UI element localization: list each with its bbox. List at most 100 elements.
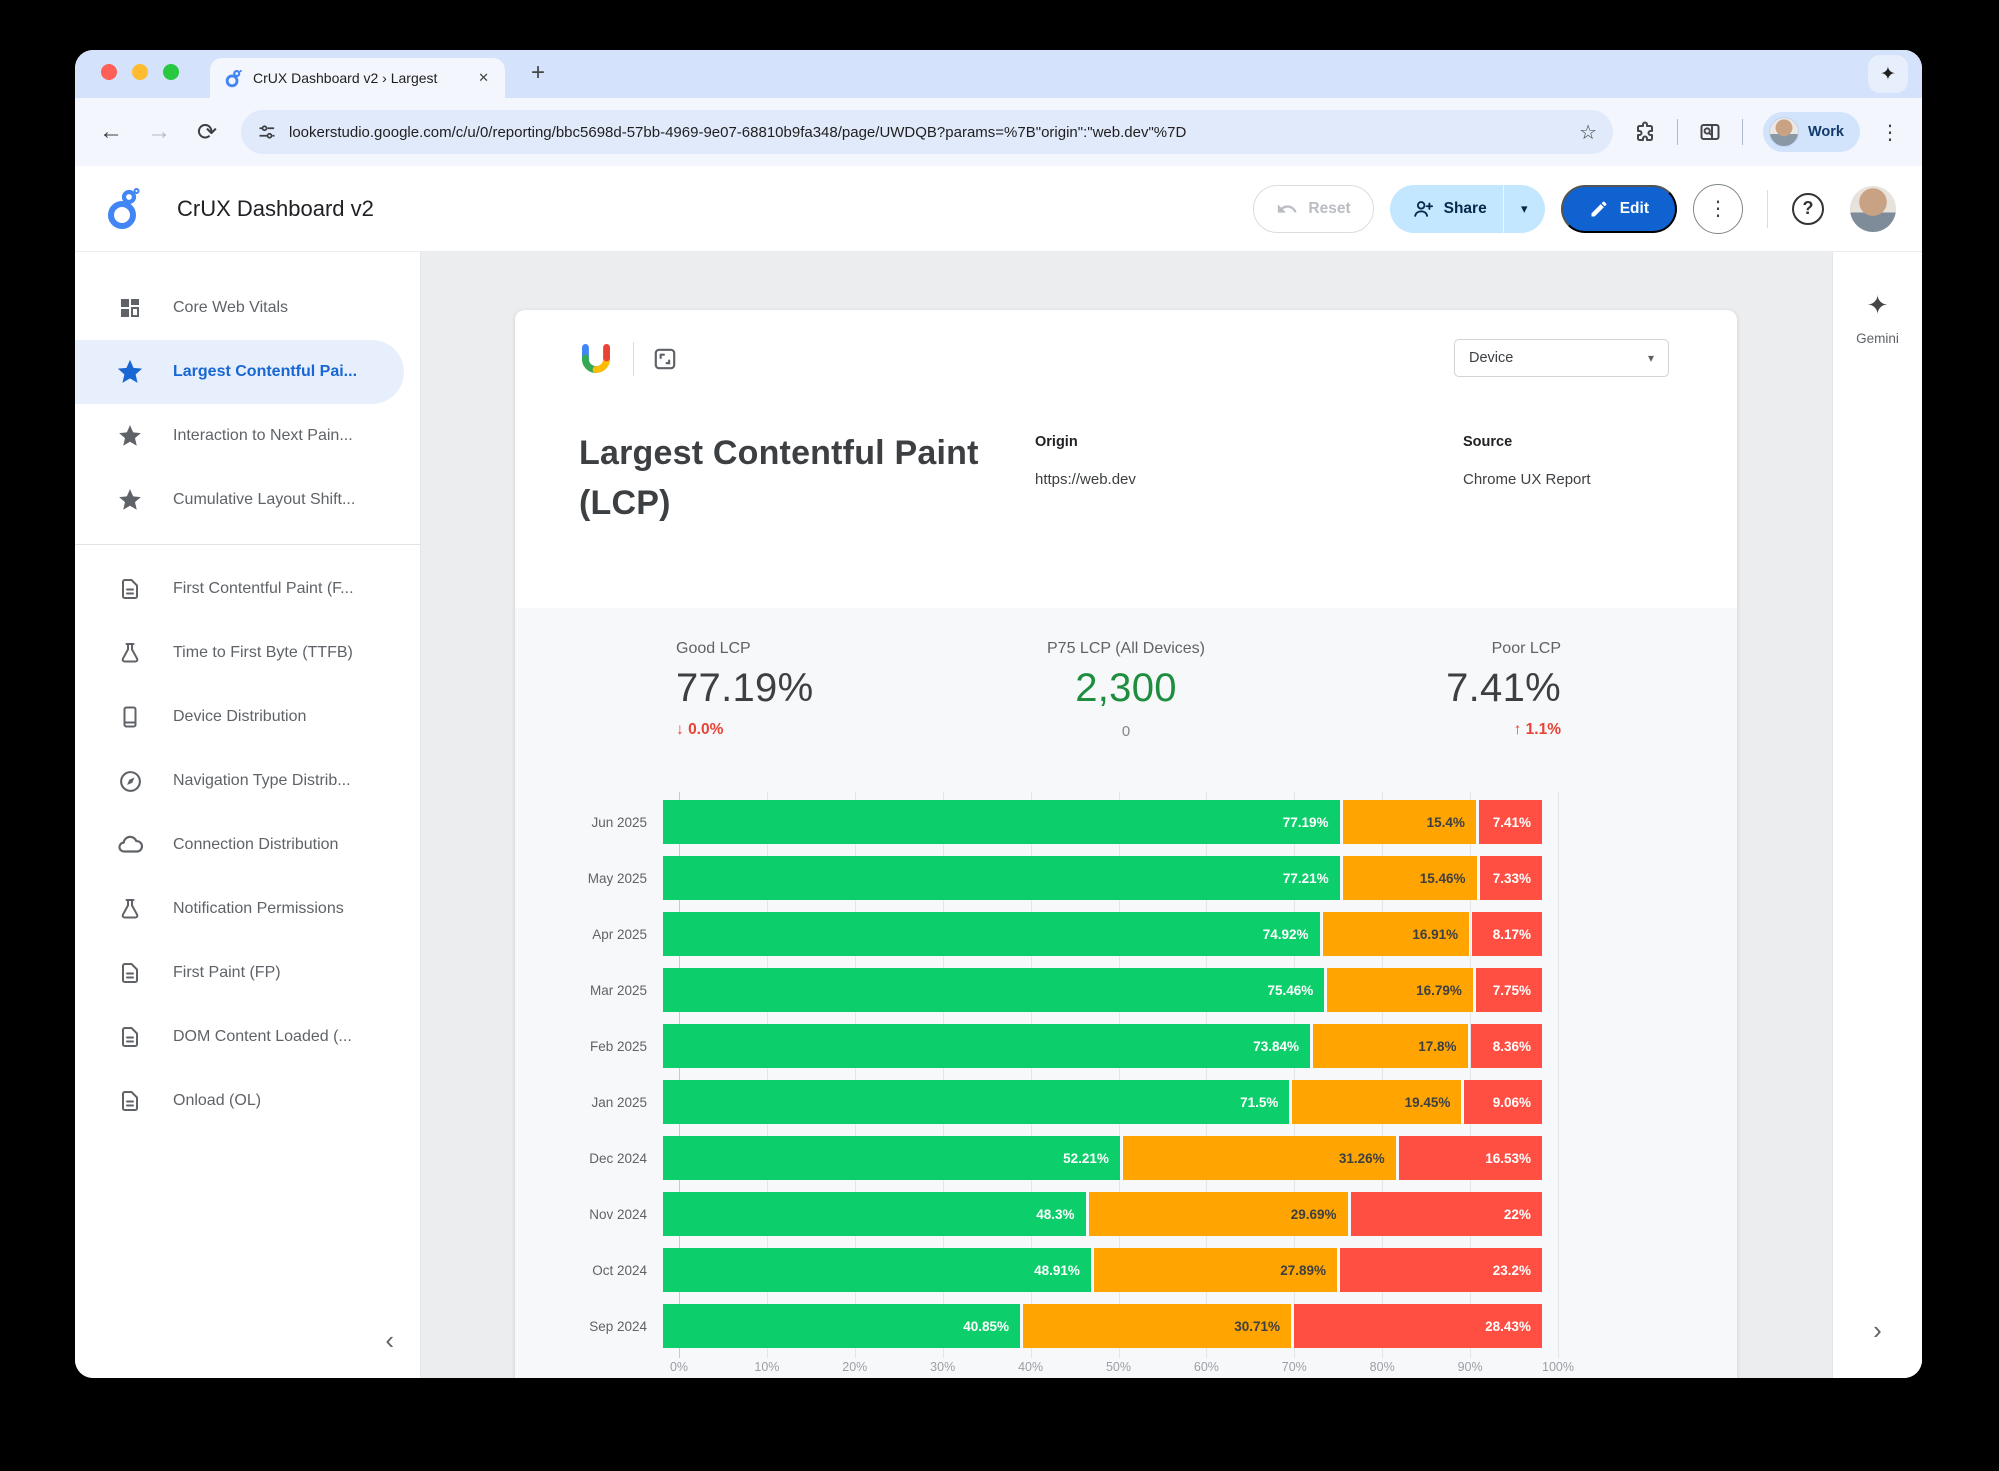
bar-segment-good[interactable]: 75.46%: [663, 968, 1324, 1012]
extensions-icon[interactable]: [1633, 120, 1657, 144]
bar-segment-poor[interactable]: 28.43%: [1294, 1304, 1542, 1348]
pencil-icon: [1589, 199, 1609, 219]
sidebar-item-notification-permissions[interactable]: Notification Permissions: [75, 877, 404, 941]
scorecards: Good LCP 77.19% ↓ 0.0% P75 LCP (All Devi…: [515, 640, 1737, 750]
gemini-button[interactable]: ✦ Gemini: [1833, 290, 1922, 346]
bar-value-label: 8.36%: [1493, 1039, 1531, 1054]
bar-segment-poor[interactable]: 8.36%: [1471, 1024, 1542, 1068]
doc-icon: [117, 576, 143, 602]
bar-value-label: 19.45%: [1405, 1095, 1451, 1110]
panel-expand-icon[interactable]: ›: [1833, 1315, 1922, 1346]
bar-segment-needs-improvement[interactable]: 15.46%: [1343, 856, 1477, 900]
bar-segment-needs-improvement[interactable]: 27.89%: [1094, 1248, 1337, 1292]
bar-segment-poor[interactable]: 23.2%: [1340, 1248, 1542, 1292]
bar-segment-poor[interactable]: 7.41%: [1479, 800, 1542, 844]
bar-segment-good[interactable]: 77.21%: [663, 856, 1340, 900]
bar-segment-poor[interactable]: 8.17%: [1472, 912, 1542, 956]
sidebar-collapse-icon[interactable]: ‹: [385, 1325, 394, 1356]
bar-value-label: 17.8%: [1418, 1039, 1456, 1054]
sidebar-item-first-contentful-paint[interactable]: First Contentful Paint (F...: [75, 557, 404, 621]
compass-icon: [117, 768, 143, 794]
sidebar-item-onload[interactable]: Onload (OL): [75, 1069, 404, 1133]
bar-segment-good[interactable]: 52.21%: [663, 1136, 1120, 1180]
bookmark-star-icon[interactable]: ☆: [1579, 120, 1597, 145]
sidebar-item-time-to-first-byte[interactable]: Time to First Byte (TTFB): [75, 621, 404, 685]
device-filter-dropdown[interactable]: Device ▾: [1454, 339, 1669, 377]
browser-tab[interactable]: CrUX Dashboard v2 › Largest ✕: [210, 58, 505, 98]
url-text[interactable]: lookerstudio.google.com/c/u/0/reporting/…: [289, 124, 1567, 141]
browser-menu-icon[interactable]: ⋮: [1880, 120, 1900, 145]
chart-category-label: May 2025: [515, 871, 663, 886]
side-panel-search-icon[interactable]: [1698, 120, 1722, 144]
bar-segment-needs-improvement[interactable]: 17.8%: [1313, 1024, 1467, 1068]
app-title: CrUX Dashboard v2: [177, 196, 374, 222]
sidebar-item-largest-contentful-paint[interactable]: Largest Contentful Pai...: [75, 340, 404, 404]
sidebar-item-label: DOM Content Loaded (...: [173, 1028, 352, 1046]
tab-close-icon[interactable]: ✕: [474, 68, 493, 88]
poor-lcp-change: ↑ 1.1%: [1446, 721, 1561, 739]
doc-icon: [117, 1088, 143, 1114]
window-zoom-button[interactable]: [163, 64, 179, 80]
share-button[interactable]: Share: [1390, 185, 1503, 233]
bar-segment-needs-improvement[interactable]: 30.71%: [1023, 1304, 1291, 1348]
image-embed-icon[interactable]: [652, 346, 678, 372]
report-canvas: Device ▾ Largest Contentful Paint (LCP) …: [421, 252, 1832, 1378]
browser-toolbar: ← → ⟳ lookerstudio.google.com/c/u/0/repo…: [75, 98, 1922, 166]
sidebar-item-label: Notification Permissions: [173, 900, 344, 918]
bar-segment-poor[interactable]: 9.06%: [1464, 1080, 1542, 1124]
sidebar-item-core-web-vitals[interactable]: Core Web Vitals: [75, 276, 404, 340]
report-card: Device ▾ Largest Contentful Paint (LCP) …: [515, 310, 1737, 1378]
bar-segment-good[interactable]: 48.3%: [663, 1192, 1086, 1236]
edit-button[interactable]: Edit: [1561, 185, 1677, 233]
forward-icon[interactable]: →: [145, 118, 173, 146]
bar-segment-poor[interactable]: 22%: [1351, 1192, 1542, 1236]
sidebar-item-label: First Paint (FP): [173, 964, 281, 982]
sidebar-item-device-distribution[interactable]: Device Distribution: [75, 685, 404, 749]
bar-segment-needs-improvement[interactable]: 16.91%: [1323, 912, 1470, 956]
sidebar-item-first-paint[interactable]: First Paint (FP): [75, 941, 404, 1005]
sidebar-item-interaction-to-next-paint[interactable]: Interaction to Next Pain...: [75, 404, 404, 468]
sidebar-item-navigation-type-distribution[interactable]: Navigation Type Distrib...: [75, 749, 404, 813]
help-button[interactable]: ?: [1792, 193, 1824, 225]
bar-segment-needs-improvement[interactable]: 15.4%: [1343, 800, 1476, 844]
more-options-button[interactable]: ⋮: [1693, 184, 1743, 234]
bar-segment-poor[interactable]: 7.75%: [1476, 968, 1542, 1012]
bar-segment-good[interactable]: 73.84%: [663, 1024, 1310, 1068]
window-close-button[interactable]: [101, 64, 117, 80]
x-axis-tick: 10%: [754, 1360, 779, 1374]
bar-segment-good[interactable]: 77.19%: [663, 800, 1340, 844]
bar-segment-poor[interactable]: 16.53%: [1399, 1136, 1542, 1180]
bar-segment-needs-improvement[interactable]: 19.45%: [1292, 1080, 1461, 1124]
site-settings-icon[interactable]: [257, 122, 277, 142]
bar-segment-good[interactable]: 71.5%: [663, 1080, 1289, 1124]
share-dropdown-caret[interactable]: ▾: [1503, 185, 1545, 233]
reload-icon[interactable]: ⟳: [193, 118, 221, 147]
back-icon[interactable]: ←: [97, 118, 125, 146]
bar-segment-poor[interactable]: 7.33%: [1480, 856, 1542, 900]
bar-segment-needs-improvement[interactable]: 16.79%: [1327, 968, 1473, 1012]
bar-segment-needs-improvement[interactable]: 31.26%: [1123, 1136, 1396, 1180]
sidebar-item-label: Navigation Type Distrib...: [173, 772, 351, 790]
sidebar-item-cumulative-layout-shift[interactable]: Cumulative Layout Shift...: [75, 468, 404, 532]
gemini-label: Gemini: [1833, 331, 1922, 346]
new-tab-button[interactable]: +: [523, 59, 553, 87]
bar-segment-good[interactable]: 48.91%: [663, 1248, 1091, 1292]
bar-value-label: 31.26%: [1339, 1151, 1385, 1166]
bar-value-label: 27.89%: [1280, 1263, 1326, 1278]
bar-segment-good[interactable]: 40.85%: [663, 1304, 1020, 1348]
bar-segment-good[interactable]: 74.92%: [663, 912, 1320, 956]
sidebar-item-connection-distribution[interactable]: Connection Distribution: [75, 813, 404, 877]
reset-button[interactable]: Reset: [1253, 185, 1373, 233]
chart-row-jan-2025: Jan 202571.5%19.45%9.06%: [515, 1080, 1737, 1124]
bar-value-label: 40.85%: [963, 1319, 1009, 1334]
profile-chip[interactable]: Work: [1763, 112, 1860, 152]
account-avatar[interactable]: [1850, 186, 1896, 232]
bar-segment-needs-improvement[interactable]: 29.69%: [1089, 1192, 1348, 1236]
window-minimize-button[interactable]: [132, 64, 148, 80]
address-bar[interactable]: lookerstudio.google.com/c/u/0/reporting/…: [241, 110, 1613, 154]
x-axis-tick: 60%: [1194, 1360, 1219, 1374]
sidebar-item-dom-content-loaded[interactable]: DOM Content Loaded (...: [75, 1005, 404, 1069]
x-axis-tick: 100%: [1542, 1360, 1574, 1374]
cloud-icon: [117, 832, 143, 858]
tab-search-sparkle-icon[interactable]: ✦: [1868, 55, 1908, 93]
